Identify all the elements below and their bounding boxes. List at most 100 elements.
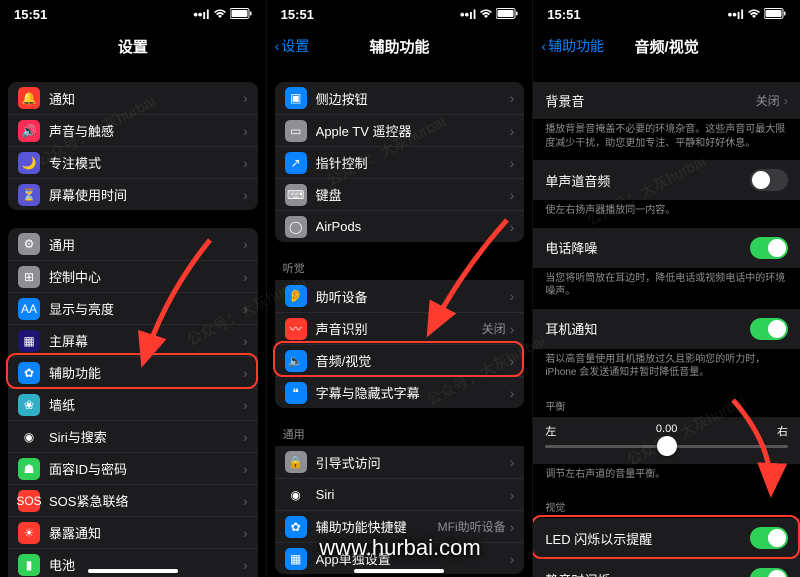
- nav-back[interactable]: ‹ 设置: [275, 36, 310, 56]
- settings-row[interactable]: SOS SOS紧急联络›: [8, 484, 258, 516]
- row-icon: ✿: [285, 516, 307, 538]
- settings-row[interactable]: ☀暴露通知›: [8, 516, 258, 548]
- row-label: 指针控制: [316, 153, 510, 172]
- settings-row[interactable]: ⊞控制中心›: [8, 260, 258, 292]
- row-value: MFi助听设备: [438, 518, 506, 535]
- footnote-balance: 调节左右声道的音量平衡。: [533, 464, 800, 492]
- chevron-right-icon: ›: [510, 155, 515, 171]
- chevron-right-icon: ›: [243, 493, 248, 509]
- settings-row[interactable]: AA显示与亮度›: [8, 292, 258, 324]
- accessibility-row[interactable]: 🔈音频/视觉›: [275, 344, 525, 376]
- row-label: 耳机通知: [545, 319, 597, 338]
- row-label: LED 闪烁以示提醒: [545, 529, 652, 548]
- switch-flash-on-silent[interactable]: [750, 568, 788, 577]
- row-label: 墙纸: [49, 395, 243, 414]
- row-icon: ◯: [285, 216, 307, 238]
- row-label: SOS紧急联络: [49, 491, 243, 510]
- row-label: 屏幕使用时间: [49, 185, 243, 204]
- chevron-right-icon: ›: [243, 269, 248, 285]
- chevron-right-icon: ›: [510, 90, 515, 106]
- chevron-right-icon: ›: [510, 321, 515, 337]
- settings-row[interactable]: ✿辅助功能›: [8, 356, 258, 388]
- accessibility-row[interactable]: ✿辅助功能快捷键MFi助听设备›: [275, 510, 525, 542]
- row-value: 关闭: [756, 92, 780, 109]
- row-icon: ❀: [18, 394, 40, 416]
- nav-header: ‹ 设置 辅助功能: [267, 28, 533, 64]
- row-label: Siri: [316, 487, 510, 502]
- signal-icon: ••ıl: [460, 7, 476, 22]
- row-label: 控制中心: [49, 267, 243, 286]
- row-label: 静音时闪烁: [545, 570, 610, 577]
- accessibility-row[interactable]: ↗指针控制›: [275, 146, 525, 178]
- status-time: 15:51: [14, 7, 47, 22]
- chevron-left-icon: ‹: [275, 38, 280, 54]
- settings-row[interactable]: 🔊声音与触感›: [8, 114, 258, 146]
- row-label: 电话降噪: [545, 238, 597, 257]
- chevron-right-icon: ›: [243, 301, 248, 317]
- group-title: 听觉: [275, 260, 525, 280]
- settings-row[interactable]: ☗面容ID与密码›: [8, 452, 258, 484]
- row-label: 主屏幕: [49, 331, 243, 350]
- chevron-right-icon: ›: [243, 461, 248, 477]
- chevron-right-icon: ›: [510, 487, 515, 503]
- row-icon: ⌨: [285, 184, 307, 206]
- row-label: 辅助功能: [49, 363, 243, 382]
- switch-mono-audio[interactable]: [750, 169, 788, 191]
- chevron-right-icon: ›: [243, 236, 248, 252]
- accessibility-row[interactable]: ⌨键盘›: [275, 178, 525, 210]
- row-label: 助听设备: [316, 287, 510, 306]
- accessibility-row[interactable]: 👂助听设备›: [275, 280, 525, 312]
- chevron-right-icon: ›: [510, 454, 515, 470]
- nav-title: 辅助功能: [369, 36, 429, 57]
- accessibility-row[interactable]: 〰声音识别关闭›: [275, 312, 525, 344]
- status-right: ••ıl: [193, 7, 251, 22]
- row-icon: 🔈: [285, 350, 307, 372]
- row-icon: SOS: [18, 490, 40, 512]
- balance-slider[interactable]: [545, 445, 788, 448]
- settings-row[interactable]: ⏳屏幕使用时间›: [8, 178, 258, 210]
- row-background-sounds[interactable]: 背景音 关闭 ›: [533, 82, 800, 119]
- settings-row[interactable]: ⚙通用›: [8, 228, 258, 260]
- row-led-flash[interactable]: LED 闪烁以示提醒: [533, 518, 800, 558]
- row-phone-noise-cancel[interactable]: 电话降噪: [533, 228, 800, 268]
- footnote-bg-sound: 播放背景音掩盖不必要的环境杂音。这些声音可最大限度减少干扰，助您更加专注、平静和…: [533, 119, 800, 160]
- accessibility-row[interactable]: ◯AirPods›: [275, 210, 525, 242]
- switch-led-flash[interactable]: [750, 527, 788, 549]
- signal-icon: ••ıl: [193, 7, 209, 22]
- status-bar: 15:51 ••ıl: [0, 0, 266, 28]
- settings-row[interactable]: ◉Siri与搜索›: [8, 420, 258, 452]
- row-label: 键盘: [316, 185, 510, 204]
- balance-right-label: 右: [777, 423, 788, 439]
- accessibility-row[interactable]: ▭Apple TV 遥控器›: [275, 114, 525, 146]
- row-headphone-notify[interactable]: 耳机通知: [533, 309, 800, 349]
- settings-row[interactable]: ▦主屏幕›: [8, 324, 258, 356]
- nav-back[interactable]: ‹ 辅助功能: [541, 36, 604, 56]
- settings-row[interactable]: 🔔通知›: [8, 82, 258, 114]
- accessibility-row[interactable]: ▣侧边按钮›: [275, 82, 525, 114]
- chevron-right-icon: ›: [243, 123, 248, 139]
- row-label: App单独设置: [316, 549, 510, 568]
- accessibility-row[interactable]: ❝字幕与隐藏式字幕›: [275, 376, 525, 408]
- chevron-right-icon: ›: [243, 525, 248, 541]
- row-label: 引导式访问: [316, 453, 510, 472]
- battery-icon: [230, 7, 252, 22]
- chevron-right-icon: ›: [243, 155, 248, 171]
- row-mono-audio[interactable]: 单声道音频: [533, 160, 800, 200]
- row-flash-on-silent[interactable]: 静音时闪烁: [533, 558, 800, 577]
- accessibility-row[interactable]: 🔒引导式访问›: [275, 446, 525, 478]
- slider-thumb[interactable]: [657, 436, 677, 456]
- row-value: 关闭: [482, 320, 506, 337]
- row-icon: ▣: [285, 87, 307, 109]
- settings-row[interactable]: 🌙专注模式›: [8, 146, 258, 178]
- switch-noise-cancel[interactable]: [750, 237, 788, 259]
- switch-headphone-notify[interactable]: [750, 318, 788, 340]
- chevron-right-icon: ›: [510, 219, 515, 235]
- row-icon: AA: [18, 298, 40, 320]
- accessibility-row[interactable]: ◉Siri›: [275, 478, 525, 510]
- chevron-right-icon: ›: [510, 519, 515, 535]
- home-indicator: [88, 569, 178, 573]
- row-label: Siri与搜索: [49, 427, 243, 446]
- balance-left-label: 左: [545, 423, 556, 439]
- settings-row[interactable]: ❀墙纸›: [8, 388, 258, 420]
- chevron-right-icon: ›: [243, 429, 248, 445]
